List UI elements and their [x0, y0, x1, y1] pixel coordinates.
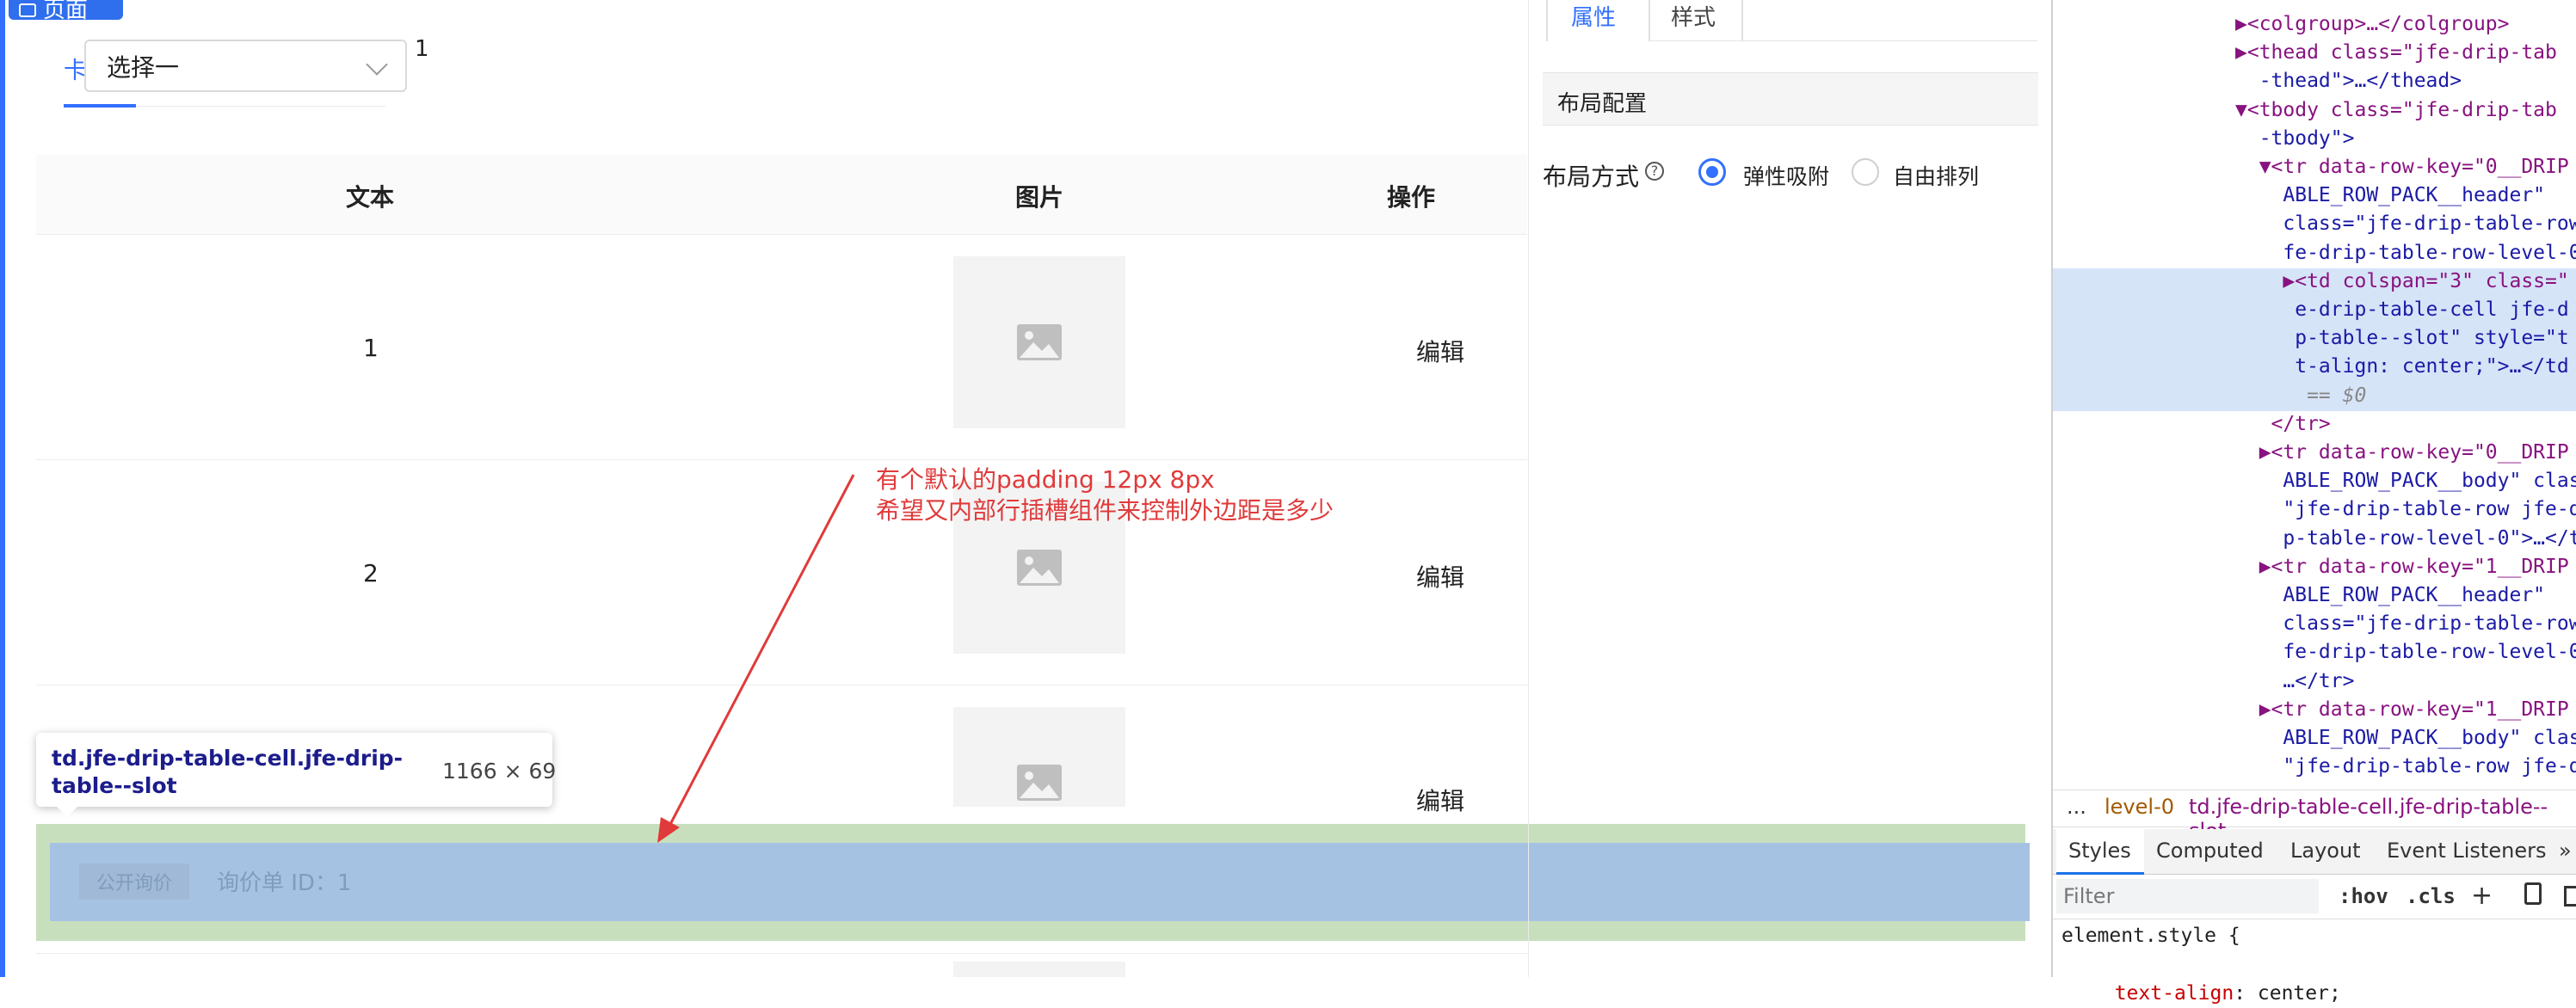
dom-tree-line[interactable]: ABLE_ROW_PACK__header" [2235, 181, 2545, 210]
dom-tree-line[interactable]: ▶<tr data-row-key="0__DRIP [2235, 439, 2569, 467]
hov-toggle[interactable]: :hov [2339, 884, 2388, 908]
dom-tree-line[interactable]: class="jfe-drip-table-row [2235, 210, 2576, 238]
radio-dot [1706, 166, 1718, 178]
dom-tree-line[interactable]: -tbody"> [2235, 125, 2355, 153]
tab-event-listeners[interactable]: Event Listeners [2387, 839, 2546, 863]
dom-tree-line[interactable]: ▼<tr data-row-key="0__DRIP [2235, 153, 2569, 181]
dom-tree-line[interactable]: </tr> [2235, 410, 2331, 439]
breadcrumb-item[interactable]: level-0 [2105, 795, 2174, 819]
dom-tree-line[interactable]: class="jfe-drip-table-row [2235, 610, 2576, 638]
tab-properties[interactable]: 属性 [1571, 0, 1616, 32]
style-value: center; [2257, 982, 2341, 1005]
style-rule-selector: element.style { [2061, 925, 2240, 947]
style-rule-declaration[interactable]: text-align: center; [2091, 951, 2341, 1008]
dom-tree-line[interactable]: e-drip-table-cell jfe-d [2235, 296, 2569, 324]
dom-tree-line[interactable]: ABLE_ROW_PACK__header" [2235, 581, 2545, 610]
add-rule-icon[interactable]: + [2471, 881, 2493, 911]
style-property: text-align [2114, 982, 2234, 1005]
tab-layout[interactable]: Layout [2290, 839, 2361, 863]
dom-tree-line[interactable]: ▶<colgroup>…</colgroup> [2235, 10, 2510, 39]
help-icon[interactable]: ? [1645, 162, 1664, 181]
tab-computed[interactable]: Computed [2156, 839, 2264, 863]
paint-brush-icon[interactable] [2524, 882, 2542, 905]
panel-divider [1528, 0, 1529, 977]
dom-tree-line[interactable]: t-align: center;">…</td [2235, 353, 2569, 381]
toggle-sidebar-icon[interactable] [2564, 886, 2576, 907]
dom-tree-line[interactable]: ▶<tr data-row-key="1__DRIP [2235, 553, 2569, 581]
dom-tree-line[interactable]: ABLE_ROW_PACK__body" clas [2235, 467, 2576, 495]
dom-tree-line[interactable]: p-table--slot" style="t [2235, 324, 2569, 353]
dom-tree-line[interactable]: fe-drip-table-row-level-0 [2235, 638, 2576, 667]
tab-style[interactable]: 样式 [1671, 0, 1716, 32]
radio-free-layout-label[interactable]: 自由排列 [1893, 160, 1979, 191]
more-tabs-icon[interactable]: » [2559, 839, 2572, 863]
dom-tree-line[interactable]: …</tr> [2235, 667, 2354, 696]
tab-styles[interactable]: Styles [2068, 839, 2131, 863]
radio-flex-snap[interactable] [1698, 158, 1726, 186]
cls-toggle[interactable]: .cls [2406, 884, 2456, 908]
dom-tree-line[interactable]: ▶<tr data-row-key="1__DRIP [2235, 696, 2569, 724]
dom-tree-line[interactable]: p-table-row-level-0">…</t [2235, 525, 2576, 553]
style-colon: : [2234, 982, 2258, 1005]
radio-flex-snap-label[interactable]: 弹性吸附 [1743, 160, 1829, 191]
dom-tree-line[interactable]: "jfe-drip-table-row jfe-d [2235, 495, 2576, 524]
dom-tree-line[interactable]: == $0 [2235, 382, 2366, 410]
section-title: 布局配置 [1557, 91, 1648, 117]
radio-free-layout[interactable] [1852, 158, 1879, 186]
breadcrumb-more[interactable]: ... [2067, 795, 2086, 819]
dom-tree-line[interactable]: "jfe-drip-table-row jfe-d [2235, 753, 2576, 781]
dom-tree-line[interactable]: ABLE_ROW_PACK__body" clas [2235, 724, 2576, 753]
tabs-divider [1650, 40, 2037, 41]
dom-tree-line[interactable]: fe-drip-table-row-level-0 [2235, 239, 2576, 267]
layout-mode-label: 布局方式 [1543, 163, 1640, 191]
dom-tree-line[interactable]: ▶<td colspan="3" class=" [2235, 267, 2568, 296]
dom-tree-line[interactable]: ▶<thead class="jfe-drip-tab [2235, 39, 2557, 67]
filter-placeholder: Filter [2063, 884, 2115, 908]
dom-tree-line[interactable]: ▼<tbody class="jfe-drip-tab [2235, 96, 2557, 125]
dom-tree-line[interactable]: -thead">…</thead> [2235, 67, 2462, 95]
